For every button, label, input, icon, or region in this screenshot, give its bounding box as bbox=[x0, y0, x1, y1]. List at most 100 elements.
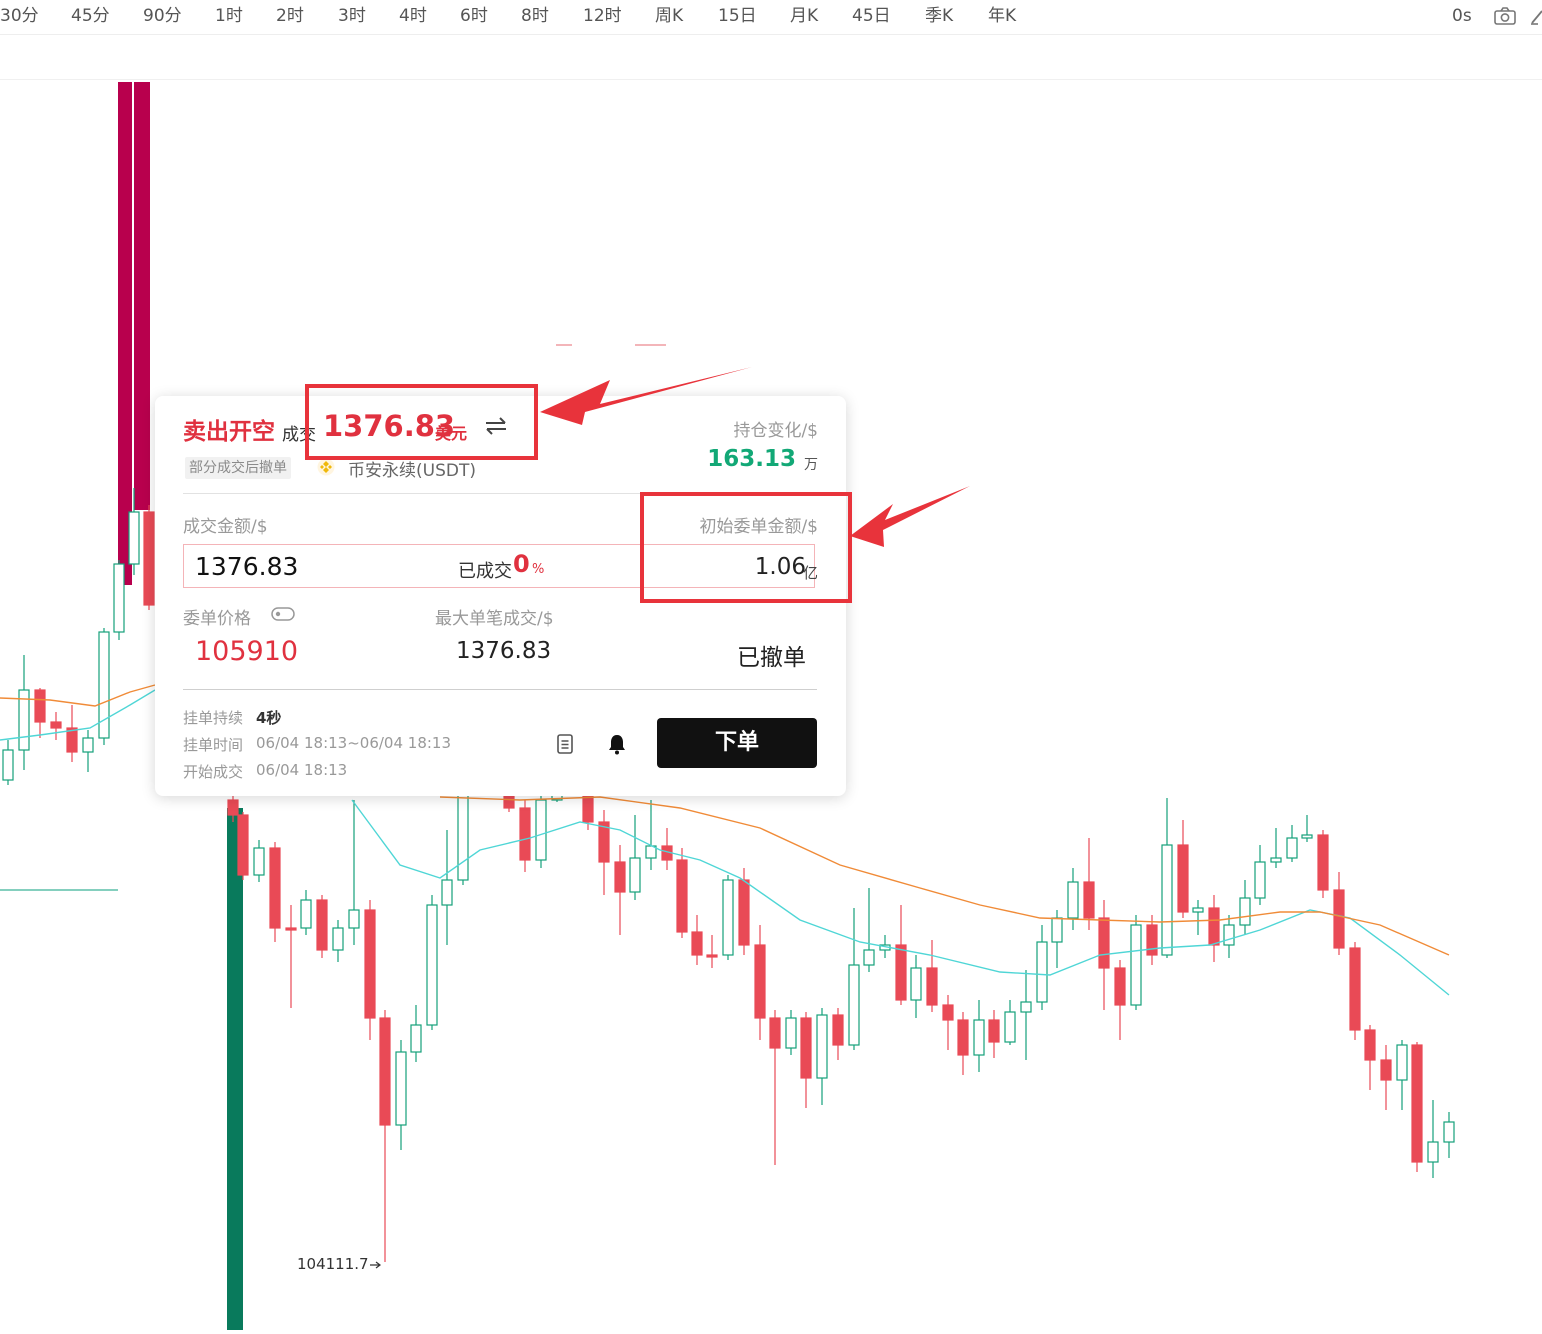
binance-icon bbox=[317, 458, 335, 476]
candle bbox=[1427, 1100, 1439, 1178]
deal-price-highlight bbox=[305, 384, 538, 460]
candle bbox=[957, 1012, 969, 1075]
candle bbox=[1161, 798, 1173, 958]
candle bbox=[1254, 845, 1266, 905]
candle bbox=[379, 1010, 391, 1262]
candle bbox=[1114, 960, 1126, 1040]
candle bbox=[598, 810, 610, 895]
candle bbox=[1004, 1000, 1016, 1045]
filled-word: 已成交 bbox=[458, 561, 512, 582]
filled-amount-value: 1376.83 bbox=[195, 552, 299, 581]
candle bbox=[769, 1010, 781, 1165]
candle bbox=[754, 925, 766, 1040]
candle bbox=[1067, 868, 1079, 930]
start-label: 开始成交 bbox=[183, 763, 244, 781]
candle bbox=[364, 900, 376, 1040]
candle bbox=[848, 908, 860, 1050]
candle bbox=[1364, 1025, 1376, 1090]
candle bbox=[706, 935, 718, 968]
candle bbox=[614, 845, 626, 935]
candle bbox=[1443, 1112, 1455, 1158]
candle bbox=[82, 730, 94, 772]
place-order-button[interactable]: 下单 bbox=[657, 718, 817, 768]
candle bbox=[1349, 942, 1361, 1040]
position-change-unit: 万 bbox=[804, 457, 818, 473]
candle bbox=[629, 815, 641, 900]
candle bbox=[926, 940, 938, 1012]
candle bbox=[410, 1005, 422, 1062]
initial-amount-highlight bbox=[640, 492, 852, 603]
candle bbox=[1396, 1040, 1408, 1110]
candle bbox=[691, 915, 703, 965]
candle bbox=[457, 790, 469, 885]
candle bbox=[1411, 1042, 1423, 1172]
candle bbox=[535, 795, 547, 868]
candle bbox=[50, 712, 62, 740]
order-side-label: 卖出开空 bbox=[183, 419, 275, 445]
candle bbox=[348, 800, 360, 945]
candle bbox=[18, 655, 30, 770]
candle bbox=[816, 1008, 828, 1105]
candle bbox=[1380, 1045, 1392, 1110]
candle bbox=[441, 830, 453, 945]
candle bbox=[300, 890, 312, 935]
duration-value: 4秒 bbox=[256, 709, 282, 727]
volume-spike-bar bbox=[134, 82, 150, 510]
candle bbox=[1130, 915, 1142, 1010]
candle bbox=[285, 905, 297, 1008]
order-price-label: 委单价格 bbox=[183, 609, 251, 629]
candle bbox=[973, 1000, 985, 1072]
position-change-value: 163.13 bbox=[707, 446, 796, 472]
candle bbox=[34, 688, 46, 738]
candle bbox=[2, 740, 14, 785]
duration-label: 挂单持续 bbox=[183, 709, 244, 727]
candle bbox=[832, 1008, 844, 1060]
filled-amount-label: 成交金额/$ bbox=[183, 517, 268, 537]
volume-spike-bar bbox=[118, 82, 132, 585]
low-price-label: 104111.7 bbox=[297, 1255, 369, 1273]
candle bbox=[910, 955, 922, 1018]
order-status: 已撤单 bbox=[737, 645, 806, 671]
low-price-arrow bbox=[370, 1261, 381, 1269]
candle bbox=[895, 905, 907, 1005]
divider bbox=[183, 689, 817, 690]
time-label: 挂单时间 bbox=[183, 736, 244, 754]
status-badge: 部分成交后撤单 bbox=[185, 457, 291, 479]
volume-bar bbox=[227, 808, 243, 1330]
candle bbox=[661, 828, 673, 870]
bell-icon[interactable] bbox=[605, 732, 629, 756]
candle bbox=[1020, 970, 1032, 1060]
max-fill-label: 最大单笔成交/$ bbox=[435, 609, 554, 629]
time-value: 06/04 18:13~06/04 18:13 bbox=[256, 734, 452, 752]
percent-sign: % bbox=[532, 562, 545, 577]
position-change-label: 持仓变化/$ bbox=[733, 421, 818, 441]
document-icon[interactable] bbox=[555, 733, 575, 755]
candle bbox=[113, 560, 125, 640]
candle bbox=[98, 628, 110, 745]
order-price-value: 105910 bbox=[195, 636, 299, 667]
candle bbox=[1301, 815, 1313, 842]
candle bbox=[863, 888, 875, 972]
candle bbox=[1239, 880, 1251, 935]
candle bbox=[1036, 925, 1048, 1010]
candle bbox=[237, 812, 249, 880]
candle bbox=[332, 920, 344, 962]
candle bbox=[1223, 915, 1235, 958]
candle bbox=[1177, 820, 1189, 918]
candle bbox=[1286, 825, 1298, 862]
candle bbox=[269, 842, 281, 942]
candle bbox=[1192, 900, 1204, 935]
candle bbox=[1317, 830, 1329, 898]
candle bbox=[395, 1040, 407, 1150]
candle bbox=[253, 840, 265, 882]
price-tag-icon[interactable] bbox=[271, 607, 295, 621]
candle bbox=[143, 505, 155, 610]
candle bbox=[519, 800, 531, 872]
candle bbox=[800, 1012, 812, 1108]
candle bbox=[942, 995, 954, 1050]
candle bbox=[722, 875, 734, 960]
candle bbox=[988, 1010, 1000, 1058]
candle bbox=[426, 895, 438, 1030]
candle bbox=[66, 705, 78, 762]
candle bbox=[676, 848, 688, 938]
